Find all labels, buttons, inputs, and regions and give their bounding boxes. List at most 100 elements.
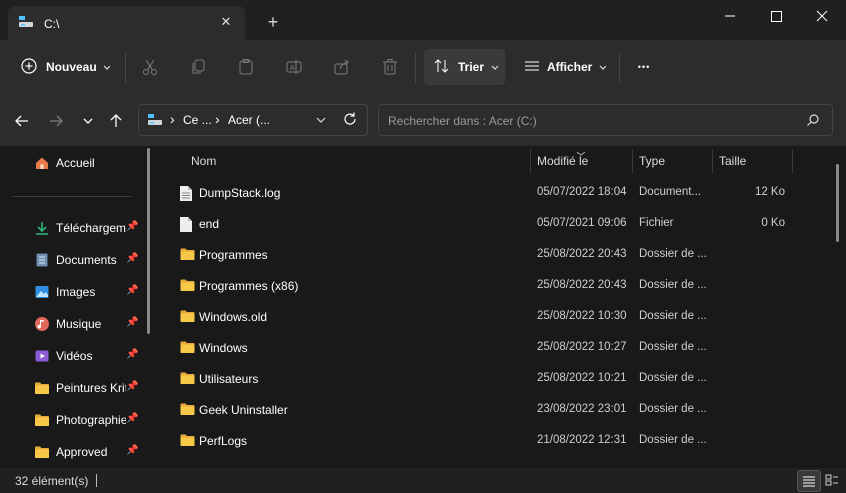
table-row[interactable]: Windows 25/08/2022 10:27 Dossier de ... — [160, 332, 846, 363]
sidebar-item-label: Téléchargements — [56, 221, 126, 235]
file-list-scrollbar[interactable] — [836, 164, 839, 242]
pin-icon[interactable]: 📌 — [126, 349, 138, 360]
pin-icon[interactable]: 📌 — [126, 253, 138, 264]
minimize-button[interactable] — [707, 6, 753, 26]
file-type: Document... — [639, 186, 701, 198]
sidebar-item-label: Documents — [56, 253, 117, 267]
file-modified: 05/07/2021 09:06 — [537, 217, 627, 229]
column-divider[interactable] — [712, 149, 713, 173]
sidebar-item-home[interactable]: Accueil — [34, 151, 144, 175]
share-icon — [334, 59, 349, 75]
tab-c-drive[interactable]: C:\ ✕ — [8, 6, 245, 40]
rename-button[interactable]: A — [284, 49, 306, 85]
chevron-down-icon — [83, 118, 93, 124]
sort-button[interactable]: Trier — [424, 49, 505, 85]
refresh-icon[interactable] — [342, 111, 358, 130]
arrow-left-icon — [15, 115, 28, 127]
column-divider[interactable] — [632, 149, 633, 173]
new-button[interactable]: Nouveau — [12, 49, 116, 85]
table-row[interactable]: Geek Uninstaller 23/08/2022 23:01 Dossie… — [160, 394, 846, 425]
sidebar-item-approved[interactable]: Approved 📌 — [34, 440, 144, 464]
paste-button[interactable] — [236, 49, 258, 85]
table-row[interactable]: Programmes (x86) 25/08/2022 20:43 Dossie… — [160, 270, 846, 301]
drive-icon — [147, 113, 163, 130]
tab-close-icon[interactable]: ✕ — [217, 13, 235, 31]
up-button[interactable] — [105, 110, 127, 132]
svg-text:A: A — [290, 65, 295, 72]
folder-icon — [179, 309, 196, 326]
address-bar[interactable]: › Ce ... › Acer (... — [138, 104, 368, 136]
tiles-view-button[interactable] — [822, 470, 842, 490]
column-header-type[interactable]: Type — [639, 154, 665, 176]
pin-icon[interactable]: 📌 — [126, 221, 138, 232]
view-list-icon — [523, 57, 541, 78]
sidebar-item-label: Accueil — [56, 156, 95, 170]
column-header-modified[interactable]: Modifié le — [537, 154, 588, 176]
search-box[interactable]: Rechercher dans : Acer (C:) — [378, 104, 833, 136]
music-icon — [34, 316, 50, 335]
sidebar-item-peintures-krita[interactable]: Peintures Krita 📌 — [34, 376, 144, 400]
column-header-name[interactable]: Nom — [191, 154, 216, 176]
table-row[interactable]: Utilisateurs 25/08/2022 10:21 Dossier de… — [160, 363, 846, 394]
sort-button-label: Trier — [458, 60, 485, 74]
more-options-button[interactable]: ••• — [628, 49, 660, 85]
clipboard-icon — [239, 59, 253, 75]
details-view-icon — [803, 476, 815, 487]
column-header-size[interactable]: Taille — [719, 154, 746, 176]
view-button[interactable]: Afficher — [515, 49, 611, 85]
sidebar-scrollbar[interactable] — [147, 148, 150, 334]
table-row[interactable]: Programmes 25/08/2022 20:43 Dossier de .… — [160, 239, 846, 270]
search-placeholder: Rechercher dans : Acer (C:) — [388, 114, 537, 128]
rename-icon: A — [286, 60, 302, 74]
videos-icon — [34, 348, 50, 367]
column-divider[interactable] — [792, 149, 793, 173]
file-icon — [179, 216, 193, 236]
table-row[interactable]: PerfLogs 21/08/2022 12:31 Dossier de ... — [160, 425, 846, 456]
sidebar-item-music[interactable]: Musique 📌 — [34, 312, 144, 336]
maximize-button[interactable] — [753, 6, 799, 26]
pin-icon[interactable]: 📌 — [126, 413, 138, 424]
copy-icon — [192, 59, 205, 74]
file-name: Windows — [199, 341, 248, 355]
back-button[interactable] — [11, 110, 33, 132]
file-type: Dossier de ... — [639, 248, 707, 260]
table-row[interactable]: end 05/07/2021 09:06 Fichier 0 Ko — [160, 208, 846, 239]
chevron-down-icon — [491, 60, 499, 74]
breadcrumb-drive[interactable]: Acer (... — [228, 113, 270, 127]
new-button-label: Nouveau — [46, 60, 97, 74]
sidebar-item-label: Photographie — [56, 413, 126, 427]
sidebar-item-images[interactable]: Images 📌 — [34, 280, 144, 304]
pin-icon[interactable]: 📌 — [126, 317, 138, 328]
sidebar-item-photographie[interactable]: Photographie 📌 — [34, 408, 144, 432]
forward-button[interactable] — [45, 110, 67, 132]
new-tab-button[interactable]: + — [264, 13, 282, 31]
folder-icon — [179, 340, 196, 357]
folder-icon — [179, 278, 196, 295]
delete-button[interactable] — [380, 49, 402, 85]
sidebar-item-downloads[interactable]: Téléchargements 📌 — [34, 216, 144, 240]
close-window-button[interactable] — [799, 6, 845, 26]
sidebar-item-label: Peintures Krita — [56, 381, 126, 395]
address-history-chevron-icon[interactable] — [315, 114, 327, 128]
breadcrumb-this-pc[interactable]: Ce ... — [183, 113, 212, 127]
file-name: end — [199, 217, 220, 231]
sidebar-item-videos[interactable]: Vidéos 📌 — [34, 344, 144, 368]
search-icon[interactable] — [806, 113, 820, 130]
folder-icon — [179, 402, 196, 419]
pin-icon[interactable]: 📌 — [126, 381, 138, 392]
sidebar-item-label: Musique — [56, 317, 102, 331]
pin-icon[interactable]: 📌 — [126, 445, 138, 456]
file-modified: 23/08/2022 23:01 — [537, 403, 627, 415]
home-icon — [34, 155, 50, 174]
copy-button[interactable] — [188, 49, 210, 85]
table-row[interactable]: DumpStack.log 05/07/2022 18:04 Document.… — [160, 177, 846, 208]
pin-icon[interactable]: 📌 — [126, 285, 138, 296]
table-row[interactable]: Windows.old 25/08/2022 10:30 Dossier de … — [160, 301, 846, 332]
details-view-button[interactable] — [797, 470, 821, 492]
file-modified: 25/08/2022 10:30 — [537, 310, 627, 322]
cut-button[interactable] — [140, 49, 162, 85]
share-button[interactable] — [332, 49, 354, 85]
recent-locations-button[interactable] — [77, 110, 99, 132]
sidebar-item-documents[interactable]: Documents 📌 — [34, 248, 144, 272]
column-divider[interactable] — [530, 149, 531, 173]
